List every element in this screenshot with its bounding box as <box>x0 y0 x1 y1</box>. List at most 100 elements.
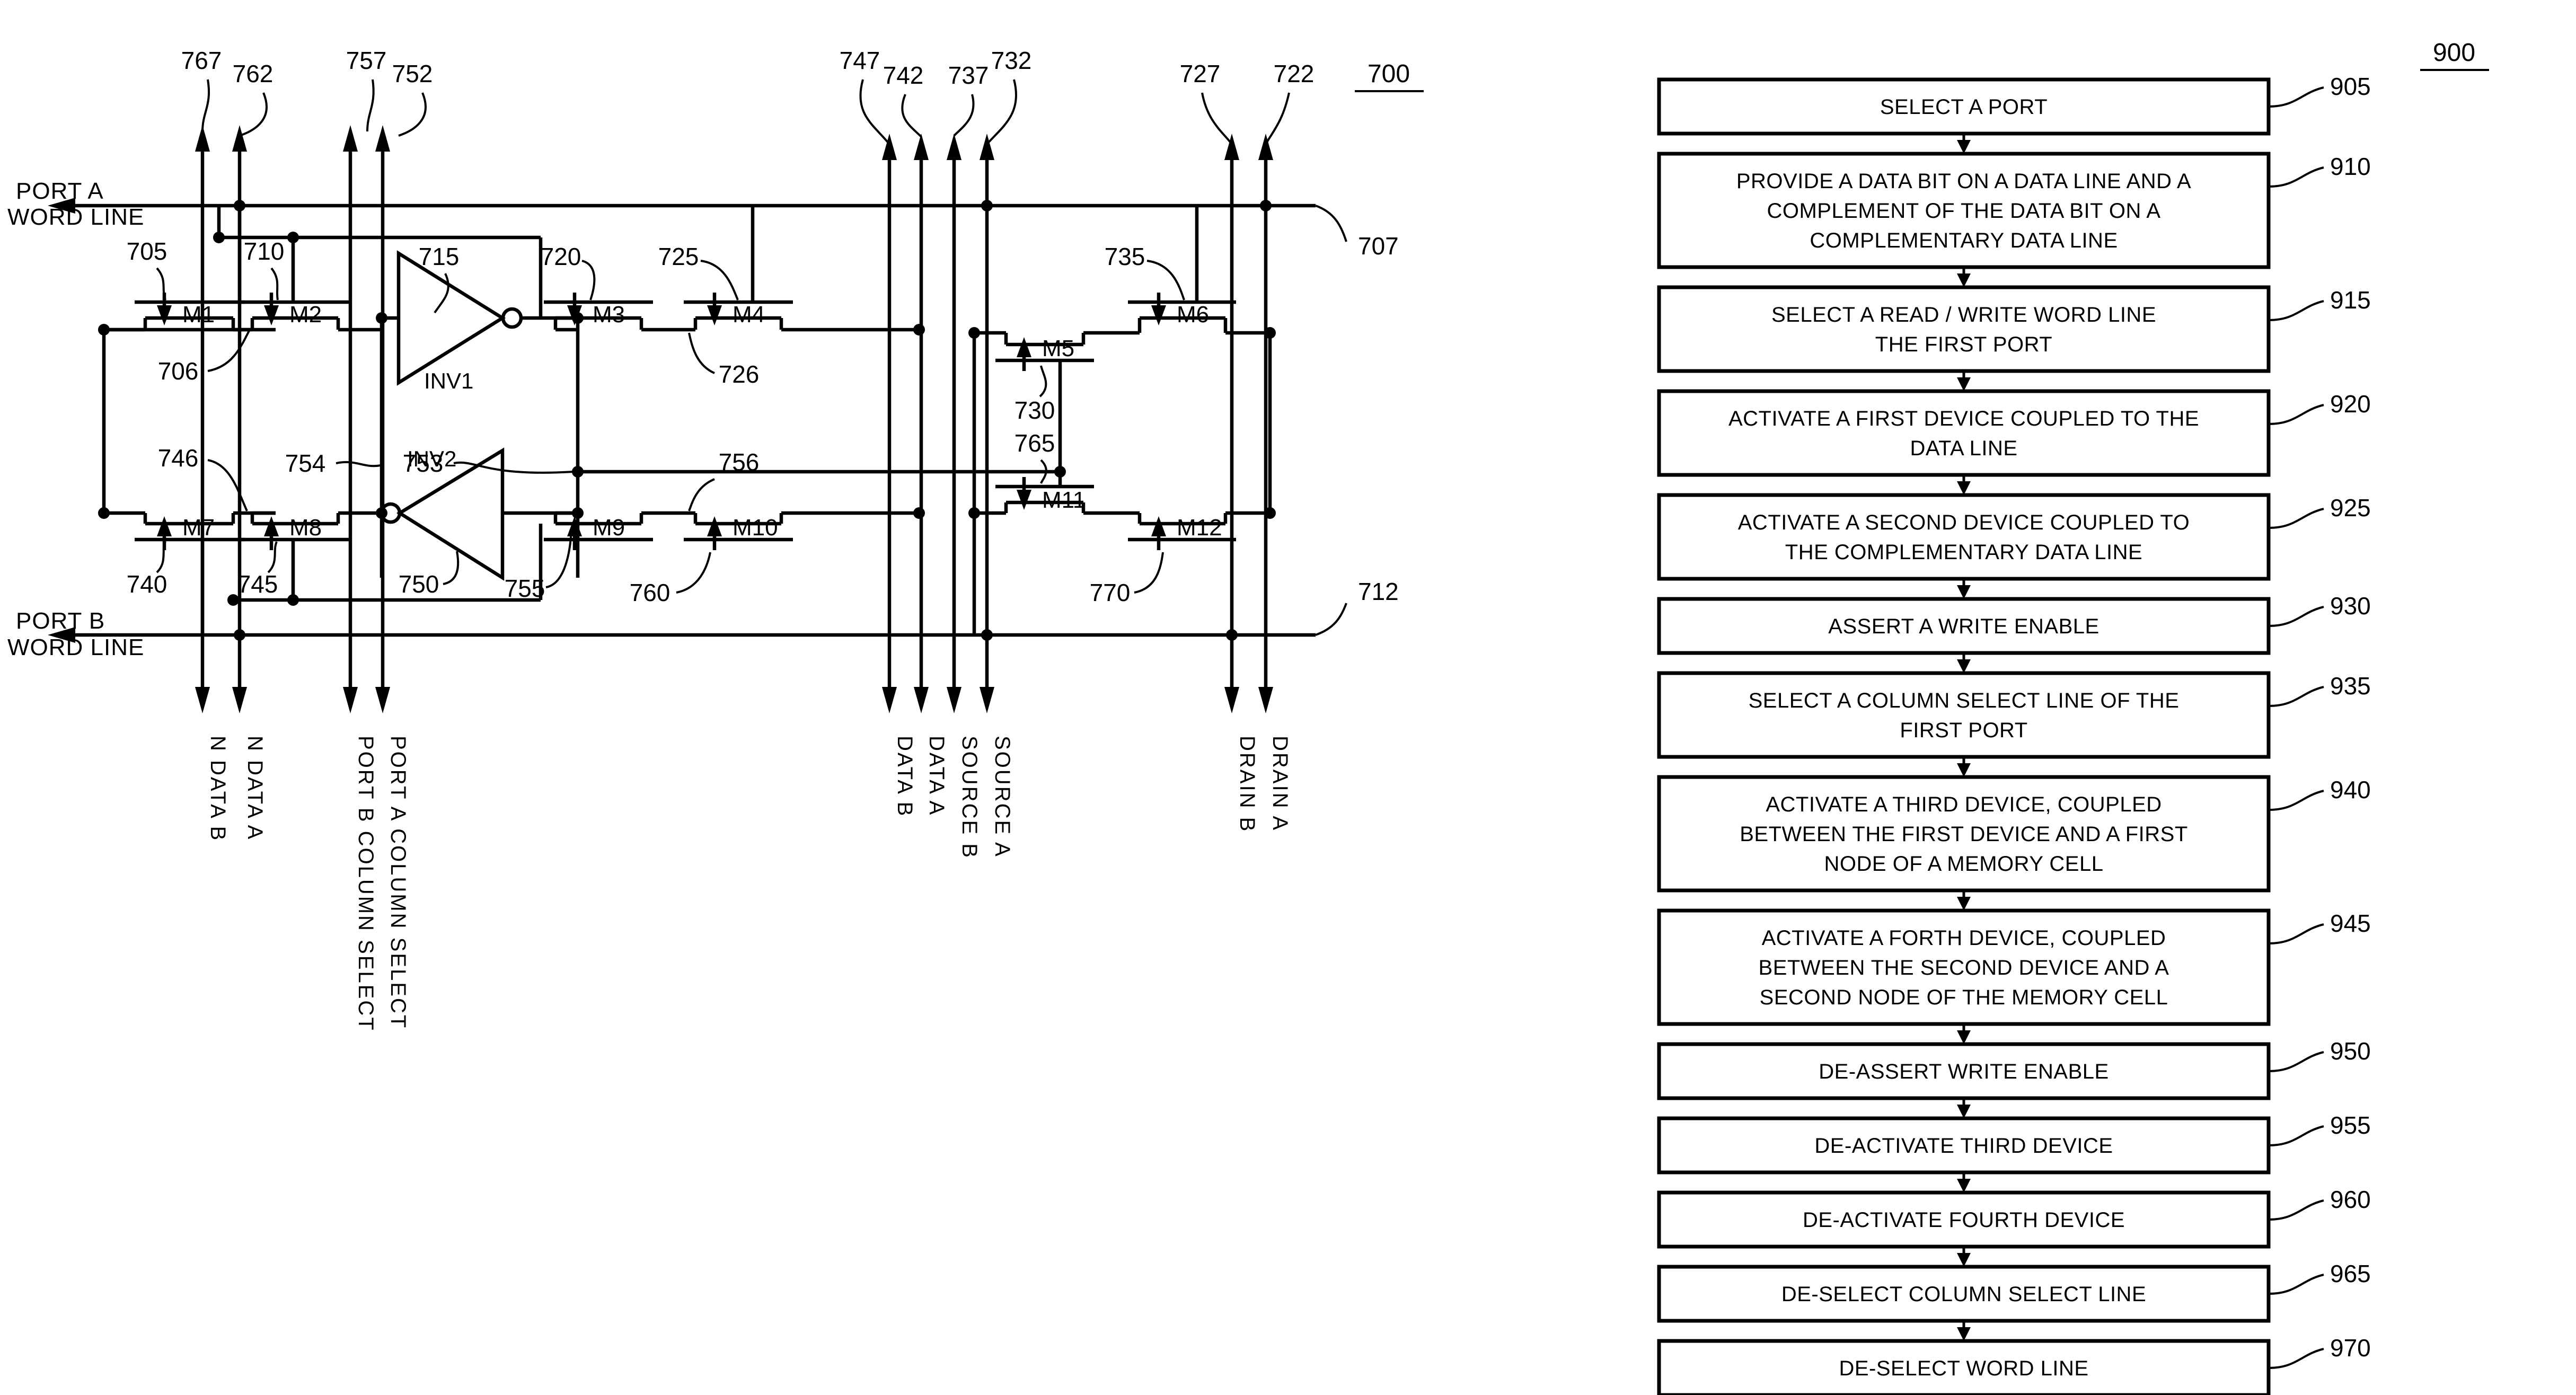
transistor-label-m11: M11 <box>1042 487 1086 513</box>
flow-step-text-line: SELECT A READ / WRITE WORD LINE <box>1771 303 2156 326</box>
flow-step-ref-945: 945 <box>2330 910 2371 937</box>
flow-step-ref-910: 910 <box>2330 153 2371 180</box>
ref-710: 710 <box>244 237 285 265</box>
bus-label-data-b: DATA B <box>893 736 916 817</box>
flow-step-text-line: DE-ACTIVATE THIRD DEVICE <box>1814 1134 2113 1158</box>
ref-762: 762 <box>233 60 274 87</box>
transistor-m11: M11 765 <box>968 429 1127 519</box>
flow-step-leader-line <box>2268 790 2324 811</box>
inverter-inv1: INV1 715 754 <box>285 243 578 578</box>
transistor-label-m6: M6 <box>1177 302 1209 328</box>
bus-label-source-a: SOURCE A <box>991 736 1014 858</box>
flow-step-box[interactable] <box>1657 493 2271 581</box>
flow-step-leader-line <box>2268 86 2324 108</box>
transistor-label-m1: M1 <box>182 302 215 328</box>
bottom-bus-arrowheads <box>195 687 1273 713</box>
flow-step-ref-965: 965 <box>2330 1260 2371 1287</box>
ref-747: 747 <box>840 47 880 74</box>
flow-step-leader-line <box>2268 1199 2324 1221</box>
flow-step-text-line: THE FIRST PORT <box>1875 333 2052 356</box>
ref-745: 745 <box>237 570 278 598</box>
flow-connector-arrowhead <box>1957 377 1971 391</box>
flow-connector-arrowhead <box>1957 481 1971 495</box>
ref-742: 742 <box>883 61 924 89</box>
flow-step-text-line: ACTIVATE A FIRST DEVICE COUPLED TO THE <box>1728 407 2199 430</box>
figure-700-number: 700 <box>1355 60 1424 92</box>
flow-step-ref-920: 920 <box>2330 390 2371 418</box>
transistor-label-m10: M10 <box>733 515 778 541</box>
flow-step-leader-line <box>2268 606 2324 627</box>
figure-700-circuit-diagram: 700 767 762 757 752 747 742 737 732 727 … <box>7 47 1424 1032</box>
flow-connector-arrowhead <box>1957 659 1971 673</box>
flow-step-text-line: THE COMPLEMENTARY DATA LINE <box>1785 541 2142 564</box>
ref-760: 760 <box>630 579 671 606</box>
flow-step-text-line: COMPLEMENT OF THE DATA BIT ON A <box>1767 199 2160 223</box>
ref-735: 735 <box>1105 243 1145 270</box>
flow-step-text-line: DE-SELECT WORD LINE <box>1839 1357 2088 1380</box>
flow-step-box[interactable] <box>1657 389 2271 477</box>
transistor-label-m4: M4 <box>733 302 765 328</box>
bus-line-drain-b <box>1224 134 1239 705</box>
transistor-m12: M12 770 <box>1090 333 1276 606</box>
ref-705: 705 <box>127 237 167 265</box>
bus-label-port-a-column-select: PORT A COLUMN SELECT <box>386 736 410 1029</box>
bus-label-data-a: DATA A <box>925 736 948 816</box>
flow-step-text-line: ASSERT A WRITE ENABLE <box>1828 615 2099 638</box>
flow-step-ref-905: 905 <box>2330 73 2371 100</box>
flow-connector-arrowhead <box>1957 897 1971 911</box>
port-b-word-line: PORT B WORD LINE 712 <box>7 578 1399 660</box>
flow-step-text-line: FIRST PORT <box>1900 719 2027 742</box>
ref-707: 707 <box>1358 232 1399 260</box>
flow-step-leader-line <box>2268 300 2324 321</box>
ref-752: 752 <box>392 60 433 87</box>
flow-step-text-line: DATA LINE <box>1910 437 2017 460</box>
flowchart-steps: SELECT A PORT 905 PROVIDE A DATA BIT ON A … <box>1657 73 2371 1395</box>
flow-step-leader-line <box>2268 1051 2324 1072</box>
flow-step-text-line: PROVIDE A DATA BIT ON A DATA LINE AND A <box>1736 170 2191 193</box>
flow-step-ref-925: 925 <box>2330 494 2371 522</box>
ref-712: 712 <box>1358 578 1399 605</box>
flow-step-text-line: ACTIVATE A FORTH DEVICE, COUPLED <box>1762 926 2166 950</box>
ref-750: 750 <box>399 570 439 598</box>
transistor-label-m5: M5 <box>1042 335 1074 361</box>
port-b-word-line-label-line1: PORT B <box>16 608 105 634</box>
ref-754: 754 <box>285 449 326 477</box>
transistor-label-m3: M3 <box>593 302 625 328</box>
inverter-label-inv2: INV2 <box>407 446 456 471</box>
ref-765: 765 <box>1014 429 1055 457</box>
flow-connector-arrowhead <box>1957 1030 1971 1044</box>
bus-line-data-b <box>882 134 897 705</box>
ref-746: 746 <box>158 444 199 472</box>
flow-step-text-line: BETWEEN THE FIRST DEVICE AND A FIRST <box>1740 823 2188 846</box>
flow-step-box[interactable] <box>1657 671 2271 759</box>
ref-740: 740 <box>127 570 167 598</box>
ref-755: 755 <box>505 575 545 602</box>
flow-step-ref-960: 960 <box>2330 1186 2371 1213</box>
bus-line-data-a <box>914 134 929 705</box>
bus-label-source-b: SOURCE B <box>958 736 981 859</box>
bottom-bus-labels: N DATA B N DATA A PORT B COLUMN SELECT P… <box>206 736 1292 1032</box>
ref-732: 732 <box>991 47 1032 74</box>
flow-step-text-line: BETWEEN THE SECOND DEVICE AND A <box>1759 956 2169 979</box>
figure-900-label: 900 <box>2433 39 2475 67</box>
flow-connector-arrowhead <box>1957 1253 1971 1267</box>
flow-step-box[interactable] <box>1657 285 2271 373</box>
bus-line-source-a <box>980 134 994 705</box>
flow-step-text-line: DE-SELECT COLUMN SELECT LINE <box>1781 1283 2146 1306</box>
ref-725: 725 <box>658 243 699 270</box>
flow-step-ref-950: 950 <box>2330 1037 2371 1065</box>
transistor-label-m12: M12 <box>1177 515 1222 541</box>
flow-connector-arrowhead <box>1957 1327 1971 1341</box>
ref-730: 730 <box>1014 396 1055 424</box>
figure-900-flowchart: 900 SELECT A PORT 905 PROVIDE A DATA BIT O… <box>1657 39 2489 1395</box>
ref-757: 757 <box>346 47 387 74</box>
flow-step-ref-915: 915 <box>2330 286 2371 314</box>
flow-connector-arrowhead <box>1957 763 1971 777</box>
ref-726: 726 <box>719 360 760 388</box>
flow-step-ref-935: 935 <box>2330 672 2371 700</box>
flow-connector-arrowhead <box>1957 1179 1971 1193</box>
flow-step-text-line: SECOND NODE OF THE MEMORY CELL <box>1760 986 2168 1009</box>
inverter-label-inv1: INV1 <box>424 368 473 393</box>
flow-step-ref-940: 940 <box>2330 776 2371 804</box>
flow-step-ref-930: 930 <box>2330 592 2371 620</box>
